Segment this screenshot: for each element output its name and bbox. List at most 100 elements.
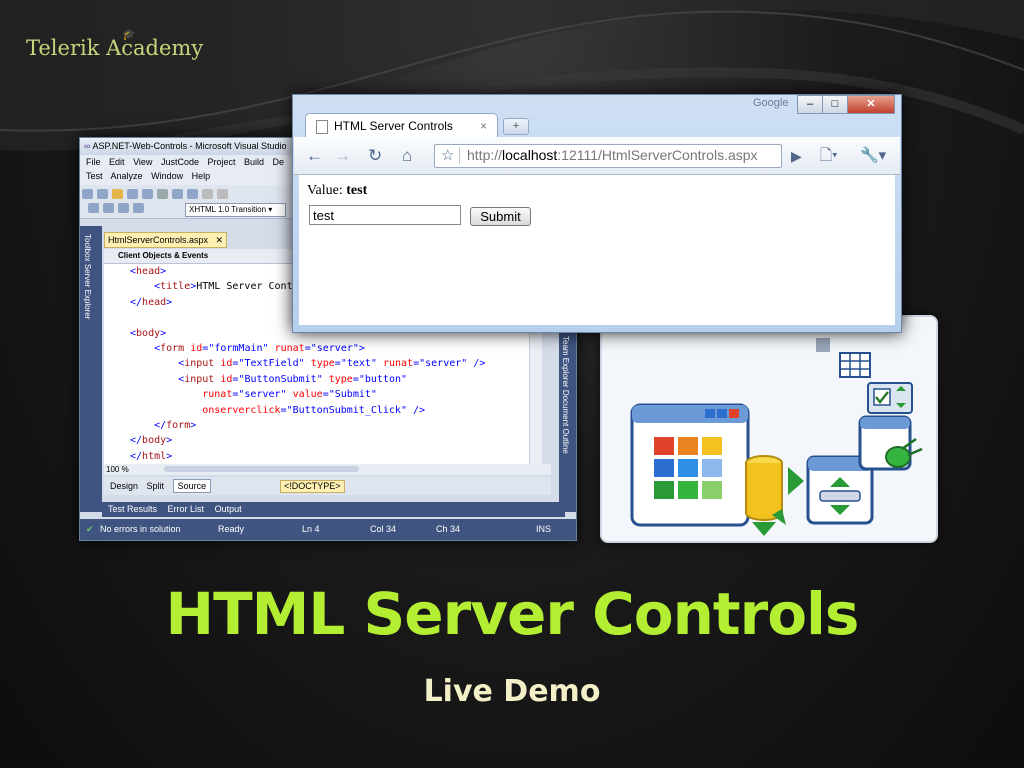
menu-analyze[interactable]: Analyze [111, 171, 143, 181]
status-errors: No errors in solution [100, 524, 181, 534]
browser-window: Google – □ ✕ HTML Server Controls × + ← → … [292, 94, 902, 333]
code-line: </body> [130, 435, 173, 447]
controls-illustration [600, 315, 938, 543]
doctype-validation-select[interactable]: XHTML 1.0 Transition ▾ [185, 203, 286, 217]
browser-toolbar: ← → ↻ ⌂ ☆ http://localhost:12111/HtmlSer… [294, 137, 900, 175]
view-mode-bar: Design Split Source <!DOCTYPE> [104, 477, 551, 495]
status-ln: Ln 4 [302, 524, 320, 534]
tab-output[interactable]: Output [215, 504, 242, 514]
doctype-validation-value: XHTML 1.0 Transition [189, 205, 267, 214]
logo-text: Telerik Academy [26, 36, 204, 60]
tab-error-list[interactable]: Error List [168, 504, 205, 514]
status-ins: INS [536, 524, 552, 534]
bookmark-star-icon[interactable]: ☆ [441, 146, 454, 164]
browser-tab-active[interactable]: HTML Server Controls × [305, 113, 498, 137]
home-icon[interactable]: ⌂ [402, 146, 412, 166]
menu-build[interactable]: Build [244, 157, 264, 167]
menu-help[interactable]: Help [192, 171, 211, 181]
zoom-level[interactable]: 100 % [106, 465, 129, 474]
outdent-icon[interactable] [103, 203, 114, 213]
code-line: </form> [154, 419, 197, 431]
vs-logo-icon: ∞ [84, 141, 91, 151]
design-mode-button[interactable]: Design [110, 481, 138, 491]
address-bar[interactable]: ☆ http://localhost:12111/HtmlServerContr… [434, 144, 782, 168]
editor-horizontal-scrollbar[interactable]: 100 % [104, 464, 551, 475]
code-line: </html> [130, 450, 173, 462]
forward-icon[interactable]: → [334, 146, 351, 166]
paste-icon[interactable] [187, 189, 198, 199]
back-icon[interactable]: ← [306, 146, 323, 166]
maximize-icon[interactable]: □ [822, 95, 848, 114]
bottom-tool-tabs: Test Results Error List Output [102, 502, 565, 517]
close-icon[interactable]: ✕ [847, 95, 895, 114]
tab-test-results[interactable]: Test Results [108, 504, 157, 514]
slide-subtitle: Live Demo [423, 674, 601, 709]
check-icon: ✔ [86, 524, 94, 534]
cut-icon[interactable] [157, 189, 168, 199]
go-icon[interactable]: ▶ [791, 146, 802, 166]
value-text: test [346, 183, 368, 198]
close-tab-icon[interactable]: ✕ [215, 233, 223, 247]
page-content: Value: test test Submit [299, 175, 895, 325]
page-menu-icon[interactable]: 🗋▾ [820, 146, 838, 166]
slide-title: HTML Server Controls [165, 580, 860, 648]
toolbox-strip: Toolbox Server Explorer [80, 226, 102, 512]
text-field[interactable]: test [309, 205, 461, 225]
open-icon[interactable] [112, 189, 123, 199]
menu-window[interactable]: Window [151, 171, 183, 181]
document-tab-label: HtmlServerControls.aspx [108, 235, 209, 245]
scroll-thumb[interactable] [164, 466, 359, 472]
small-grid-icon [816, 338, 830, 352]
redo-icon[interactable] [217, 189, 228, 199]
uncomment-icon[interactable] [133, 203, 144, 213]
google-brand: Google [753, 97, 789, 109]
undo-icon[interactable] [202, 189, 213, 199]
vs-status-bar: ✔ No errors in solution Ready Ln 4 Col 3… [80, 519, 576, 540]
menu-project[interactable]: Project [207, 157, 235, 167]
team-explorer-tab[interactable]: Team Explorer Document Outline [561, 336, 570, 454]
code-line: <form id="formMain" runat="server"> [154, 342, 365, 354]
new-project-icon[interactable] [82, 189, 93, 199]
browser-tab-title: HTML Server Controls [334, 119, 453, 133]
menu-file[interactable]: File [86, 157, 101, 167]
value-output: Value: test [307, 183, 367, 199]
status-col: Col 34 [370, 524, 397, 534]
save-icon[interactable] [127, 189, 138, 199]
indent-icon[interactable] [88, 203, 99, 213]
menu-test[interactable]: Test [86, 171, 103, 181]
code-line: <input id="TextField" type="text" runat=… [178, 358, 486, 370]
split-mode-button[interactable]: Split [147, 481, 165, 491]
code-line: <input id="ButtonSubmit" type="button" [178, 373, 408, 385]
window-controls: – □ ✕ [797, 95, 895, 114]
menu-edit[interactable]: Edit [109, 157, 125, 167]
vs-title: ASP.NET-Web-Controls - Microsoft Visual … [92, 141, 287, 151]
new-tab-icon[interactable]: + [503, 118, 529, 135]
save-all-icon[interactable] [142, 189, 153, 199]
submit-button[interactable]: Submit [470, 207, 531, 226]
graduation-cap-icon: 🎓 [122, 28, 136, 41]
add-item-icon[interactable] [97, 189, 108, 199]
status-ch: Ch 34 [436, 524, 461, 534]
close-tab-icon[interactable]: × [480, 114, 487, 138]
menu-justcode[interactable]: JustCode [161, 157, 199, 167]
code-line: onserverclick="ButtonSubmit_Click" /> [202, 404, 426, 416]
page-icon [316, 120, 328, 134]
reload-icon[interactable]: ↻ [368, 146, 382, 166]
wrench-icon[interactable]: 🔧▾ [860, 146, 886, 166]
toolbox-tab[interactable]: Toolbox Server Explorer [83, 234, 92, 319]
menu-view[interactable]: View [133, 157, 152, 167]
value-label: Value: [307, 183, 343, 198]
url-text: http://localhost:12111/HtmlServerControl… [467, 147, 758, 163]
table-icon [839, 352, 871, 378]
comment-icon[interactable] [118, 203, 129, 213]
copy-icon[interactable] [172, 189, 183, 199]
document-tab-htmlservercontrols[interactable]: HtmlServerControls.aspx ✕ [104, 232, 227, 248]
telerik-academy-logo: Telerik Academy 🎓 [26, 28, 204, 60]
status-ready: Ready [218, 524, 245, 534]
client-objects-label: Client Objects & Events [118, 251, 209, 260]
source-mode-button[interactable]: Source [172, 479, 212, 493]
minimize-icon[interactable]: – [797, 95, 823, 114]
code-line: runat="server" value="Submit" [202, 389, 377, 401]
doctype-breadcrumb[interactable]: <!DOCTYPE> [280, 480, 345, 493]
menu-debug[interactable]: De [273, 157, 285, 167]
